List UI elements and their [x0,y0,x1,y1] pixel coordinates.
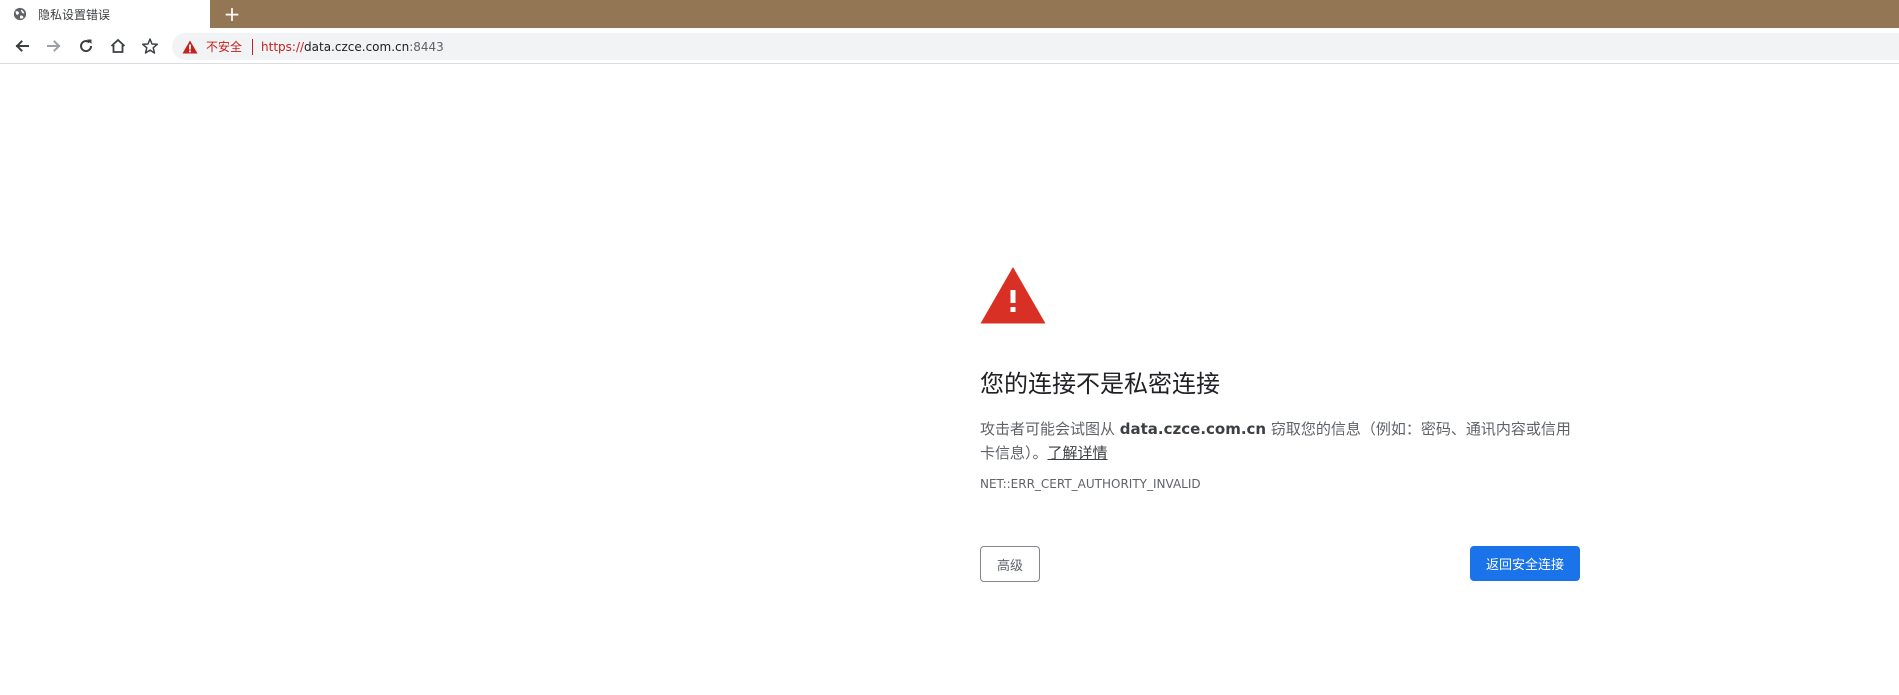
warning-triangle-icon [182,40,198,53]
tab-title: 隐私设置错误 [38,7,111,22]
desc-prefix: 攻击者可能会试图从 [980,420,1120,438]
warning-triangle-icon [980,267,1046,324]
globe-icon [12,6,28,22]
url-scheme: https:// [261,39,305,54]
security-label: 不安全 [206,40,243,54]
url-host: data.czce.com.cn [304,39,410,54]
security-indicator[interactable]: 不安全 [182,38,242,55]
forward-arrow-icon [47,40,61,52]
home-button[interactable] [106,34,130,58]
address-bar[interactable]: 不安全 https://data.czce.com.cn:8443 [172,33,1899,60]
back-arrow-icon [15,40,29,52]
back-to-safety-button[interactable]: 返回安全连接 [1470,546,1580,581]
error-code: NET::ERR_CERT_AUTHORITY_INVALID [980,477,1201,491]
desc-host: data.czce.com.cn [1119,420,1267,438]
home-icon [110,38,126,53]
bookmark-button[interactable] [138,34,162,58]
tab-strip: 隐私设置错误 + [0,0,1899,28]
active-tab[interactable]: 隐私设置错误 [0,0,210,28]
description: 攻击者可能会试图从 data.czce.com.cn 窃取您的信息（例如：密码、… [980,417,1580,465]
omnibox-divider [252,38,254,55]
advanced-button[interactable]: 高级 [980,546,1040,582]
reload-icon [80,39,93,53]
back-button[interactable] [10,34,34,58]
interstitial-content: 您的连接不是私密连接 攻击者可能会试图从 data.czce.com.cn 窃取… [980,266,1580,491]
new-tab-button[interactable]: + [222,4,242,24]
url-text[interactable]: https://data.czce.com.cn:8443 [261,40,444,54]
url-port: :8443 [409,39,444,54]
browser-toolbar: 不安全 https://data.czce.com.cn:8443 [0,28,1899,64]
page-title: 您的连接不是私密连接 [980,370,1220,398]
star-icon [141,38,159,54]
learn-more-link[interactable]: 了解详情 [1048,444,1108,462]
forward-button[interactable] [42,34,66,58]
reload-button[interactable] [74,34,98,58]
